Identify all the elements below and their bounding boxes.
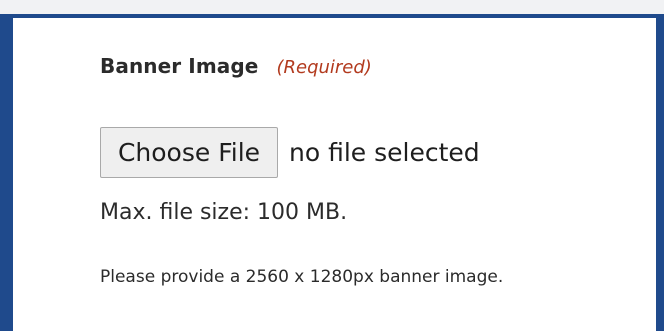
field-label-row: Banner Image (Required) — [100, 54, 372, 78]
max-file-size-text: Max. file size: 100 MB. — [100, 200, 348, 225]
file-input[interactable]: Choose File no file selected — [100, 127, 480, 178]
page: Banner Image (Required) Choose File no f… — [0, 0, 664, 331]
required-indicator: (Required) — [276, 57, 372, 78]
file-status-text: no file selected — [289, 138, 480, 167]
field-label: Banner Image — [100, 54, 259, 78]
choose-file-button[interactable]: Choose File — [100, 127, 278, 178]
banner-image-field-panel: Banner Image (Required) Choose File no f… — [0, 14, 664, 331]
field-help-text: Please provide a 2560 x 1280px banner im… — [100, 267, 504, 287]
